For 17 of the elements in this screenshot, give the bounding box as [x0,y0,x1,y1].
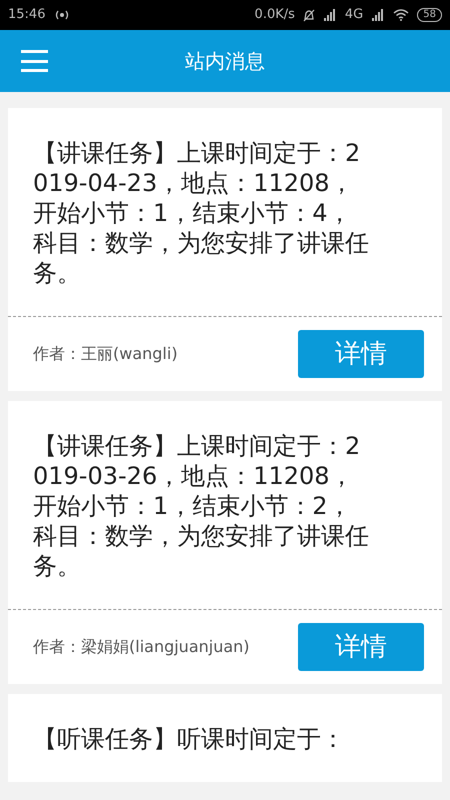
network-speed: 0.0K/s [254,6,295,24]
mute-bell-icon [302,8,315,22]
menu-icon[interactable] [21,50,48,72]
signal-icon [371,9,386,21]
battery-indicator: 58 [417,8,442,22]
signal-icon [322,9,337,21]
page-title: 站内消息 [185,48,265,75]
details-button[interactable]: 详情 [298,330,424,378]
network-type: 4G [344,6,364,24]
status-time: 15:46 [8,6,46,24]
details-button[interactable]: 详情 [298,623,424,671]
message-text: 【讲课任务】上课时间定于：2019-03-26，地点：11208，开始小节：1，结束小节：2，科目：数学，为您安排了讲课任务。 [33,431,370,581]
wifi-icon [393,9,410,21]
message-text: 【听课任务】听课时间定于： [33,724,346,754]
author-label: 作者：王丽(wangli) [33,343,178,365]
message-text: 【讲课任务】上课时间定于：2019-04-23，地点：11208，开始小节：1，结束小节：4，科目：数学，为您安排了讲课任务。 [33,138,370,288]
author-label: 作者：梁娟娟(liangjuanjuan) [33,636,250,658]
